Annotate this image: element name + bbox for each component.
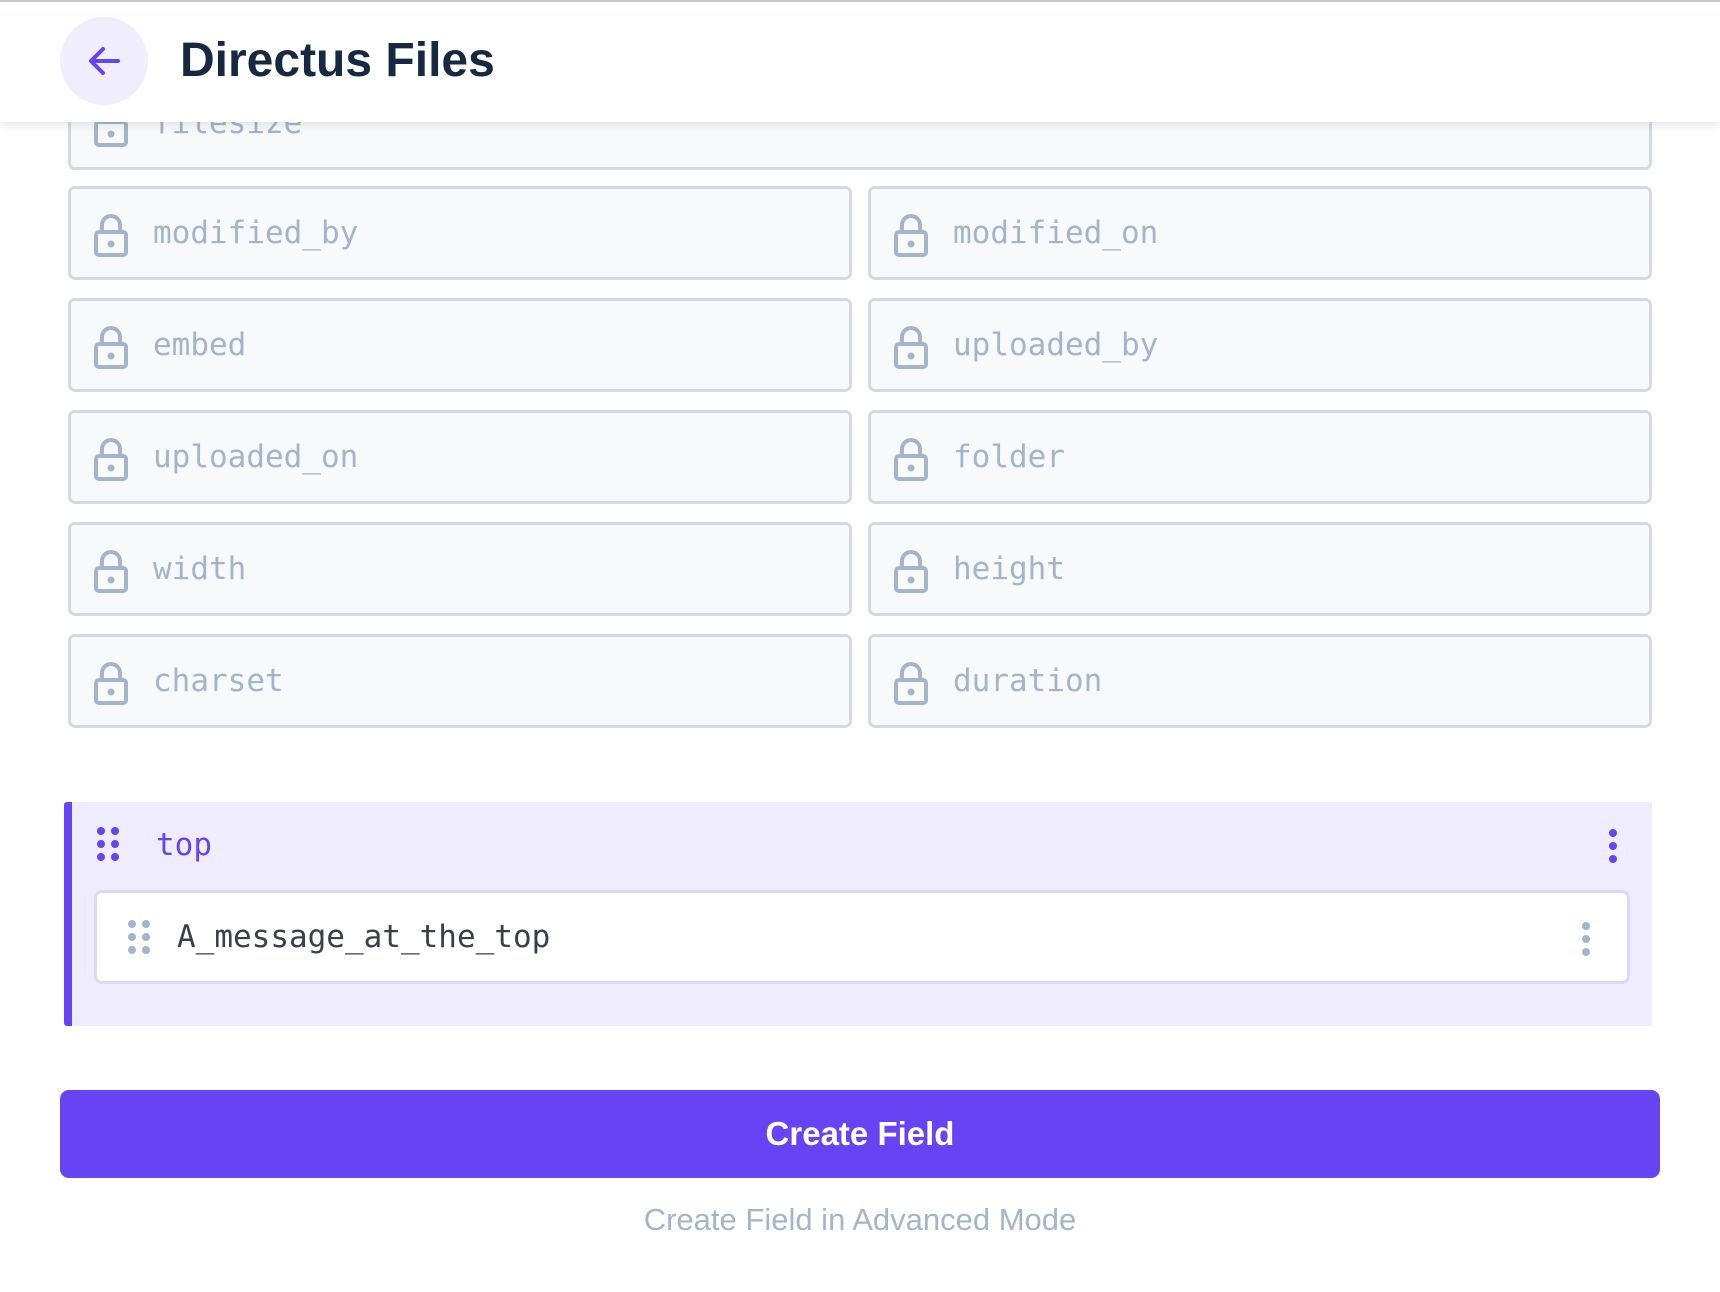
- lock-icon: [93, 325, 129, 369]
- field-modified-on[interactable]: modified_on: [868, 186, 1652, 280]
- field-charset[interactable]: charset: [68, 634, 852, 728]
- field-duration[interactable]: duration: [868, 634, 1652, 728]
- field-name: uploaded_on: [153, 439, 359, 475]
- lock-icon: [893, 661, 929, 705]
- field-name: modified_by: [153, 215, 359, 251]
- field-name: width: [153, 551, 247, 587]
- field-width[interactable]: width: [68, 522, 852, 616]
- field-name: uploaded_by: [953, 327, 1159, 363]
- create-field-advanced-link[interactable]: Create Field in Advanced Mode: [60, 1196, 1660, 1244]
- lock-icon: [93, 213, 129, 257]
- field-name: duration: [953, 663, 1103, 699]
- field-modified-by[interactable]: modified_by: [68, 186, 852, 280]
- lock-icon: [893, 213, 929, 257]
- page-title: Directus Files: [180, 34, 495, 87]
- fields-panel: filesize modified_by modified_on embed u…: [0, 0, 1720, 1292]
- lock-icon: [93, 661, 129, 705]
- field-name: height: [953, 551, 1065, 587]
- field-folder[interactable]: folder: [868, 410, 1652, 504]
- field-embed[interactable]: embed: [68, 298, 852, 392]
- field-name: folder: [953, 439, 1065, 475]
- top-divider: [0, 0, 1720, 2]
- drag-handle-icon[interactable]: [127, 919, 151, 960]
- field-uploaded-by[interactable]: uploaded_by: [868, 298, 1652, 392]
- field-height[interactable]: height: [868, 522, 1652, 616]
- field-a-message-at-the-top[interactable]: A_message_at_the_top: [94, 890, 1630, 984]
- more-options-icon[interactable]: [1608, 828, 1618, 869]
- field-name: embed: [153, 327, 247, 363]
- group-top: top A_message_at_the_top: [64, 802, 1652, 1026]
- group-name[interactable]: top: [156, 820, 212, 870]
- arrow-left-icon: [89, 47, 120, 75]
- drag-handle-icon[interactable]: [96, 826, 120, 867]
- lock-icon: [893, 437, 929, 481]
- create-field-button[interactable]: Create Field: [60, 1090, 1660, 1178]
- field-name: A_message_at_the_top: [177, 919, 551, 955]
- more-options-icon[interactable]: [1581, 921, 1591, 962]
- page-header: Directus Files: [0, 0, 1720, 122]
- field-name: modified_on: [953, 215, 1159, 251]
- lock-icon: [93, 437, 129, 481]
- field-uploaded-on[interactable]: uploaded_on: [68, 410, 852, 504]
- lock-icon: [893, 549, 929, 593]
- lock-icon: [893, 325, 929, 369]
- field-name: charset: [153, 663, 284, 699]
- lock-icon: [93, 549, 129, 593]
- back-button[interactable]: [60, 17, 148, 105]
